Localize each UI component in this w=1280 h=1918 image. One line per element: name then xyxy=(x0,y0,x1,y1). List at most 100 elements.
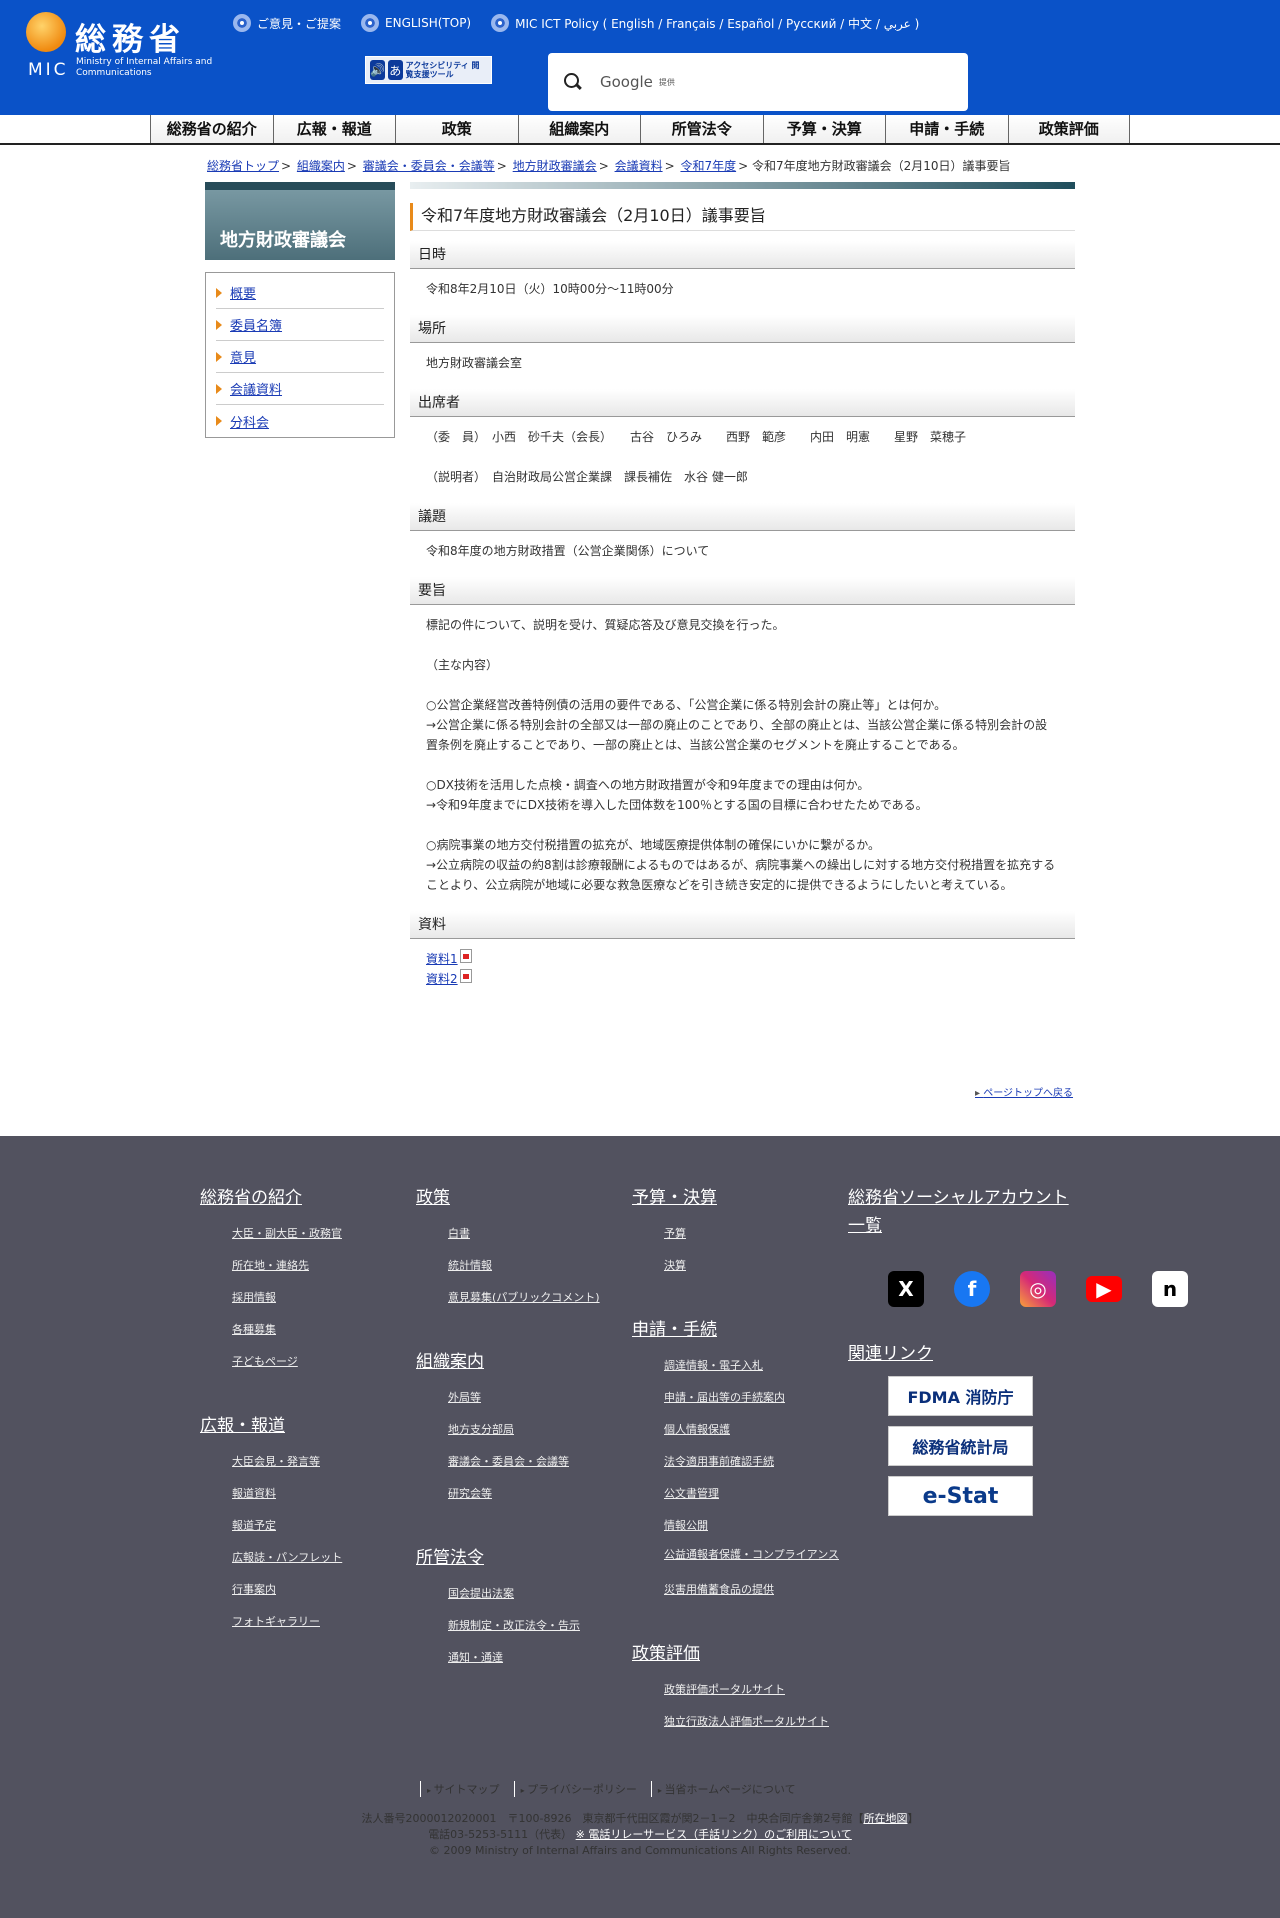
footer-link[interactable]: 地方支分部局 xyxy=(448,1420,626,1452)
footer-link[interactable]: 意見募集(パブリックコメント) xyxy=(448,1288,626,1320)
footer-privacy-link[interactable]: プライバシーポリシー xyxy=(513,1781,637,1797)
footer-heading-social[interactable]: 総務省ソーシャルアカウント一覧 xyxy=(848,1184,1078,1240)
footer-link[interactable]: 研究会等 xyxy=(448,1484,626,1516)
instagram-icon[interactable]: ◎ xyxy=(1020,1271,1056,1307)
gnav-item-evaluation[interactable]: 政策評価 xyxy=(1007,115,1130,143)
breadcrumb-link-councils[interactable]: 審議会・委員会・会議等 xyxy=(363,159,495,173)
footer-link[interactable]: 各種募集 xyxy=(232,1320,400,1352)
footer-heading-press[interactable]: 広報・報道 xyxy=(200,1412,400,1440)
footer-link[interactable]: 大臣会見・発言等 xyxy=(232,1452,400,1484)
copyright: © 2009 Ministry of Internal Affairs and … xyxy=(429,1844,851,1857)
accessibility-tool-button[interactable]: 🔊 あ アクセシビリティ 閲覧支援ツール xyxy=(365,56,492,84)
footer-link[interactable]: 独立行政法人評価ポータルサイト xyxy=(664,1712,857,1744)
sidebar-item-materials-link[interactable]: 会議資料 xyxy=(230,379,282,398)
footer-link[interactable]: 国会提出法案 xyxy=(448,1584,626,1616)
footer-link[interactable]: 広報誌・パンフレット xyxy=(232,1548,400,1580)
sidebar-item-materials[interactable]: 会議資料 xyxy=(216,373,384,405)
gnav-item-laws[interactable]: 所管法令 xyxy=(640,115,763,143)
ict-policy-link[interactable]: MIC ICT Policy ( English / Français / Es… xyxy=(491,14,919,32)
footer-link[interactable]: 決算 xyxy=(664,1256,857,1288)
gnav-item-policy[interactable]: 政策 xyxy=(395,115,518,143)
footer-link[interactable]: 通知・通達 xyxy=(448,1648,626,1680)
estat-banner[interactable]: e-Stat xyxy=(888,1476,1033,1516)
footer-link[interactable]: 公文書管理 xyxy=(664,1484,857,1516)
youtube-icon[interactable]: ▶ xyxy=(1086,1276,1122,1302)
section-heading-datetime: 日時 xyxy=(410,241,1075,269)
footer-link[interactable]: 子どもページ xyxy=(232,1352,400,1384)
agenda-text: 令和8年度の地方財政措置（公営企業関係）について xyxy=(426,544,710,558)
footer-heading-evaluation[interactable]: 政策評価 xyxy=(632,1640,857,1668)
breadcrumb-link-meeting-materials[interactable]: 会議資料 xyxy=(615,159,663,173)
footer-link[interactable]: 報道予定 xyxy=(232,1516,400,1548)
material-link-2[interactable]: 資料2 xyxy=(426,969,458,989)
site-search-box[interactable]: Google 提供 xyxy=(548,53,968,111)
gnav-item-budget[interactable]: 予算・決算 xyxy=(762,115,885,143)
sidebar-item-members[interactable]: 委員名簿 xyxy=(216,309,384,341)
footer-link[interactable]: 申請・届出等の手続案内 xyxy=(664,1388,857,1420)
footer-link[interactable]: 行事案内 xyxy=(232,1580,400,1612)
footer-link[interactable]: 所在地・連絡先 xyxy=(232,1256,400,1288)
gnav-item-organization[interactable]: 組織案内 xyxy=(517,115,640,143)
footer-link[interactable]: 審議会・委員会・会議等 xyxy=(448,1452,626,1484)
feedback-link[interactable]: ご意見・ご提案 xyxy=(233,14,341,32)
english-top-link[interactable]: ENGLISH(TOP) xyxy=(361,14,471,32)
search-icon[interactable] xyxy=(564,73,582,91)
breadcrumb-link-local-finance-council[interactable]: 地方財政審議会 xyxy=(513,159,597,173)
sidebar-item-members-link[interactable]: 委員名簿 xyxy=(230,315,282,334)
footer-link[interactable]: 予算 xyxy=(664,1224,857,1256)
footer-heading-about[interactable]: 総務省の紹介 xyxy=(200,1184,400,1212)
main-content: 令和7年度地方財政審議会（2月10日）議事要旨 日時 令和8年2月10日（火）1… xyxy=(410,182,1075,1005)
footer-about-site-link[interactable]: 当省ホームページについて xyxy=(650,1781,796,1797)
fdma-banner[interactable]: FDMA 消防庁 xyxy=(888,1376,1033,1416)
sidebar-item-subcommittee-link[interactable]: 分科会 xyxy=(230,412,269,431)
footer-link[interactable]: 大臣・副大臣・政務官 xyxy=(232,1224,400,1256)
relay-service-link[interactable]: ※ 電話リレーサービス（手話リンク）のご利用について xyxy=(576,1828,852,1841)
gnav-item-press[interactable]: 広報・報道 xyxy=(272,115,395,143)
footer-link[interactable]: 情報公開 xyxy=(664,1516,857,1548)
footer-link[interactable]: 調達情報・電子入札 xyxy=(664,1356,857,1388)
gnav-item-applications[interactable]: 申請・手続 xyxy=(885,115,1008,143)
sidebar-item-overview[interactable]: 概要 xyxy=(216,277,384,309)
footer-link[interactable]: 採用情報 xyxy=(232,1288,400,1320)
material-link-1[interactable]: 資料1 xyxy=(426,949,458,969)
breadcrumb-link-organization[interactable]: 組織案内 xyxy=(297,159,345,173)
footer-link[interactable]: 政策評価ポータルサイト xyxy=(664,1680,857,1712)
footer-link[interactable]: 公益通報者保護・コンプライアンス xyxy=(664,1548,857,1580)
footer-link[interactable]: 報道資料 xyxy=(232,1484,400,1516)
footer-link[interactable]: 法令適用事前確認手続 xyxy=(664,1452,857,1484)
facebook-icon[interactable]: f xyxy=(954,1271,990,1307)
footer-heading-budget[interactable]: 予算・決算 xyxy=(632,1184,857,1212)
footer-heading-policy[interactable]: 政策 xyxy=(416,1184,626,1212)
sidebar-item-opinions[interactable]: 意見 xyxy=(216,341,384,373)
stat-bureau-banner[interactable]: 総務省統計局 xyxy=(888,1426,1033,1466)
address-text: 法人番号2000012020001 〒100-8926 東京都千代田区霞が関2－… xyxy=(361,1812,864,1825)
footer-heading-organization[interactable]: 組織案内 xyxy=(416,1348,626,1376)
footer-heading-applications[interactable]: 申請・手続 xyxy=(632,1316,857,1344)
note-icon[interactable]: n xyxy=(1152,1271,1188,1307)
section-body-materials: 資料1 資料2 xyxy=(410,939,1075,1005)
footer-link[interactable]: 白書 xyxy=(448,1224,626,1256)
page-top-link[interactable]: ページトップへ戻る xyxy=(975,1084,1073,1099)
footer-link[interactable]: 災害用備蓄食品の提供 xyxy=(664,1580,857,1612)
footer-heading-related[interactable]: 関連リンク xyxy=(848,1340,1078,1368)
pdf-icon xyxy=(459,969,472,983)
footer-link[interactable]: 外局等 xyxy=(448,1388,626,1420)
breadcrumb-link-top[interactable]: 総務省トップ xyxy=(207,159,279,173)
footer-link[interactable]: 統計情報 xyxy=(448,1256,626,1288)
footer-address: 法人番号2000012020001 〒100-8926 東京都千代田区霞が関2－… xyxy=(0,1811,1280,1859)
footer-sitemap-link[interactable]: サイトマップ xyxy=(420,1781,500,1797)
summary-line xyxy=(426,675,1059,695)
footer-link[interactable]: 新規制定・改正法令・告示 xyxy=(448,1616,626,1648)
footer-heading-laws[interactable]: 所管法令 xyxy=(416,1544,626,1572)
footer-link[interactable]: フォトギャラリー xyxy=(232,1612,400,1644)
sidebar-item-subcommittee[interactable]: 分科会 xyxy=(216,405,384,437)
map-link[interactable]: 所在地図 xyxy=(863,1812,907,1825)
x-icon[interactable]: X xyxy=(888,1271,924,1307)
breadcrumb-link-fiscal-year[interactable]: 令和7年度 xyxy=(680,159,736,173)
gnav-item-about[interactable]: 総務省の紹介 xyxy=(150,115,273,143)
mic-logo[interactable]: 総務省 MIC Ministry of Internal Affairs and… xyxy=(26,12,216,82)
sidebar-item-overview-link[interactable]: 概要 xyxy=(230,283,256,302)
radio-bullet-icon xyxy=(233,14,251,32)
sidebar-item-opinions-link[interactable]: 意見 xyxy=(230,347,256,366)
footer-link[interactable]: 個人情報保護 xyxy=(664,1420,857,1452)
